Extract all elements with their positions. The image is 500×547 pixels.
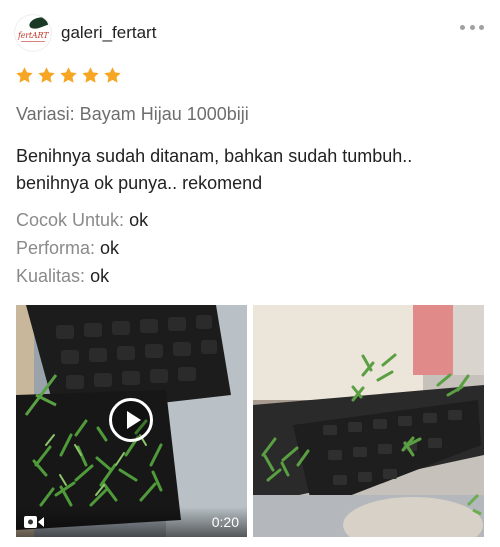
star-icon <box>82 67 99 83</box>
attribute-label: Cocok Untuk: <box>16 210 125 230</box>
star-icon <box>38 67 55 83</box>
review-header: fertART galeri_fertart <box>0 0 500 66</box>
username[interactable]: galeri_fertart <box>61 23 156 43</box>
avatar-logo-text: fertART <box>18 31 49 40</box>
product-variation: Variasi: Bayam Hijau 1000biji <box>16 104 249 124</box>
more-horizontal-icon[interactable] <box>460 23 484 31</box>
star-icon <box>60 67 77 83</box>
star-rating <box>15 66 122 85</box>
attribute-performa: Performa: ok <box>16 238 119 259</box>
review-video-thumbnail[interactable]: 0:20 <box>16 305 247 537</box>
video-camera-icon <box>24 516 44 528</box>
attribute-value: ok <box>100 238 120 258</box>
star-icon <box>16 67 33 83</box>
attribute-value: ok <box>129 210 149 230</box>
video-duration: 0:20 <box>211 514 239 530</box>
attribute-label: Performa: <box>16 238 96 258</box>
shop-avatar[interactable]: fertART <box>15 15 51 51</box>
attribute-label: Kualitas: <box>16 266 86 286</box>
play-icon[interactable] <box>109 398 153 442</box>
review-text: Benihnya sudah ditanam, bahkan sudah tum… <box>16 146 413 193</box>
attribute-kualitas: Kualitas: ok <box>16 266 109 287</box>
avatar-logo-underline <box>21 41 45 42</box>
seedling-tray-photo <box>253 305 484 537</box>
attribute-value: ok <box>90 266 110 286</box>
review-photo-thumbnail[interactable] <box>253 305 484 537</box>
star-icon <box>104 67 121 83</box>
logo-leaf-icon <box>27 15 49 31</box>
attribute-cocok-untuk: Cocok Untuk: ok <box>16 210 148 231</box>
